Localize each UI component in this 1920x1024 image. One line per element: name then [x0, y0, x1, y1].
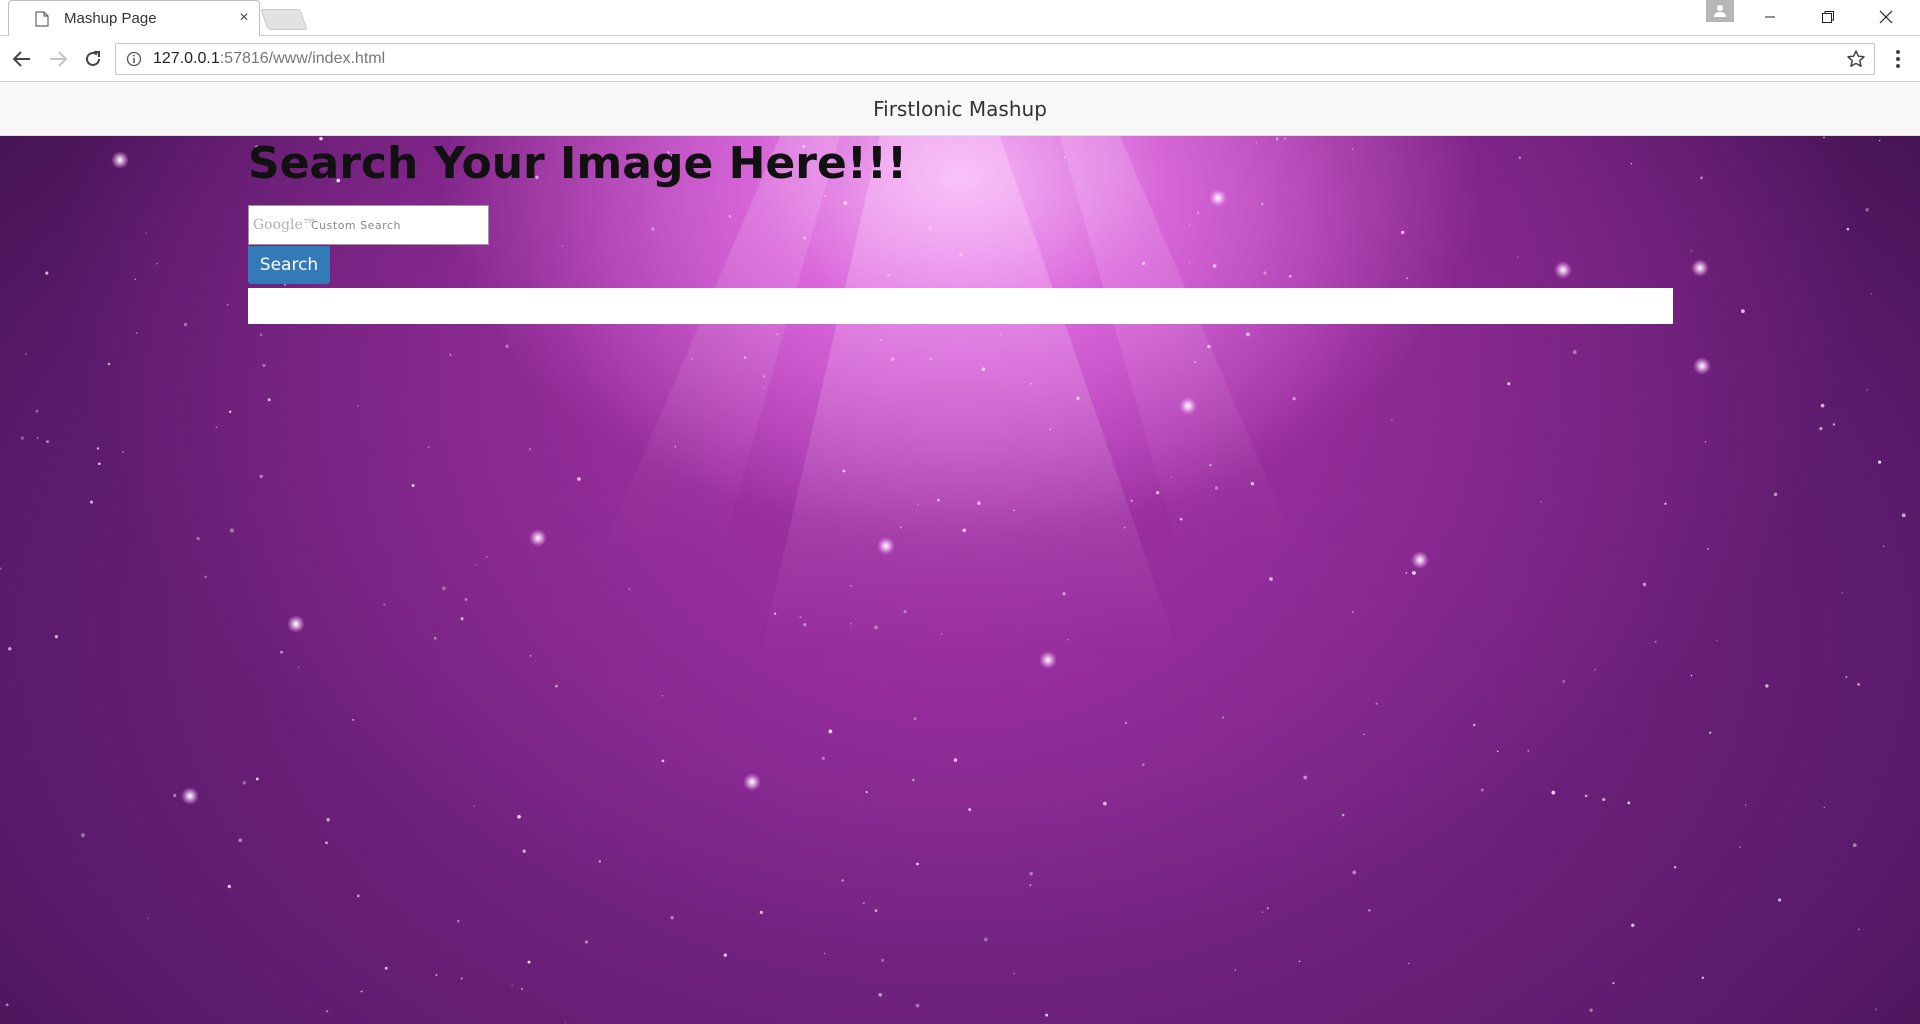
search-button[interactable]: Search [248, 246, 330, 284]
tab-strip: Mashup Page × [0, 0, 1920, 37]
person-icon [1714, 5, 1726, 17]
reload-icon [86, 51, 100, 66]
search-results-area [248, 288, 1673, 324]
restore-button[interactable] [1799, 0, 1857, 34]
kebab-menu-icon [1896, 50, 1900, 68]
close-window-button[interactable] [1857, 0, 1915, 34]
forward-arrow-icon [50, 51, 67, 67]
minimize-icon [1765, 16, 1775, 18]
profile-button[interactable] [1706, 0, 1734, 22]
close-icon [1879, 10, 1893, 24]
app-title: FirstIonic Mashup [873, 97, 1047, 121]
google-custom-search-box[interactable]: Google™ Custom Search [248, 205, 489, 245]
tab-title: Mashup Page [64, 10, 157, 27]
app-header: FirstIonic Mashup [0, 82, 1920, 136]
page-icon [35, 11, 49, 27]
address-bar[interactable]: 127.0.0.1:57816/www/index.html [115, 43, 1875, 75]
back-arrow-icon [13, 51, 30, 67]
page-heading: Search Your Image Here!!! [248, 138, 908, 189]
search-input[interactable] [249, 206, 488, 244]
browser-menu-button[interactable] [1888, 46, 1908, 72]
reload-button[interactable] [80, 46, 106, 72]
new-tab-button[interactable] [260, 9, 308, 30]
back-button[interactable] [9, 46, 35, 72]
bookmark-star-icon[interactable] [1846, 49, 1866, 69]
url-host: 127.0.0.1 [153, 50, 220, 67]
restore-icon [1822, 11, 1834, 23]
browser-toolbar: 127.0.0.1:57816/www/index.html [0, 36, 1920, 82]
tab-close-icon[interactable]: × [235, 9, 253, 27]
forward-button[interactable] [45, 46, 71, 72]
url-text: 127.0.0.1:57816/www/index.html [153, 50, 385, 68]
minimize-button[interactable] [1741, 0, 1799, 34]
url-path: :57816/www/index.html [219, 50, 386, 67]
page-content: Search Your Image Here!!! Google™ Custom… [0, 136, 1920, 1024]
browser-tab[interactable]: Mashup Page × [8, 0, 260, 37]
info-icon [126, 51, 142, 67]
